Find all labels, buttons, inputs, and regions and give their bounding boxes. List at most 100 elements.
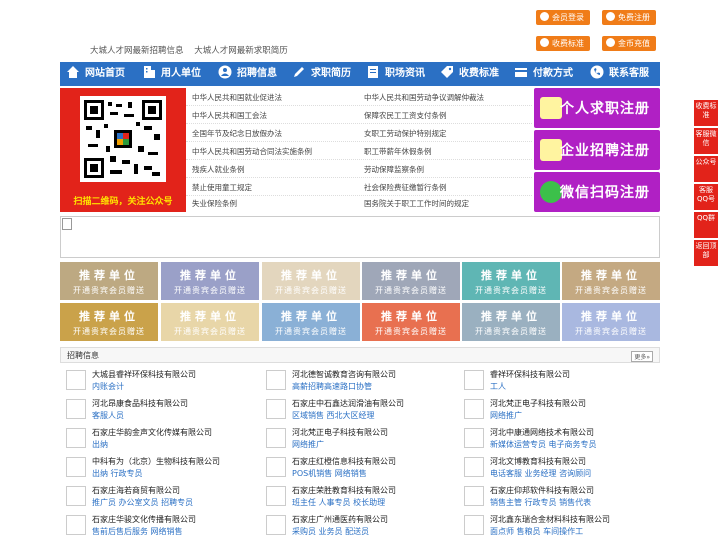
positions-link[interactable]: POS机销售 网络销售 <box>292 468 367 479</box>
job-item[interactable]: 睿祥环保科技有限公司 工人 <box>458 366 654 394</box>
positions-link[interactable]: 新媒体运营专员 电子商务专员 <box>490 439 597 450</box>
promo-tile[interactable]: 推荐单位 开通贵宾会员赠送 <box>60 262 158 300</box>
float-fee-button[interactable]: 收费标准 <box>694 100 718 126</box>
promo-tile[interactable]: 推荐单位 开通贵宾会员赠送 <box>161 303 259 341</box>
job-item[interactable]: 河北中康通网络技术有限公司 新媒体运营专员 电子商务专员 <box>458 424 654 452</box>
promo-tile[interactable]: 推荐单位 开通贵宾会员赠送 <box>462 262 560 300</box>
positions-link[interactable]: 售前后售后服务 网络销售 <box>92 526 183 537</box>
float-qq-group-button[interactable]: QQ群 <box>694 212 718 238</box>
job-item[interactable]: 石家庄华骏文化传播有限公司 售前后售后服务 网络销售 <box>60 511 256 539</box>
law-link[interactable]: 中华人民共和国就业促进法 <box>192 92 282 103</box>
company-name-link[interactable]: 石家庄海若商贸有限公司 <box>92 485 180 496</box>
company-name-link[interactable]: 河北德智诚教育咨询有限公司 <box>292 369 396 380</box>
company-name-link[interactable]: 河北昂康食品科技有限公司 <box>92 398 188 409</box>
slogan-resumes-link[interactable]: 大城人才网最新求职简历 <box>194 46 288 56</box>
company-name-link[interactable]: 河北梵正电子科技有限公司 <box>292 427 388 438</box>
more-link[interactable]: 更多» <box>631 351 653 362</box>
law-link[interactable]: 女职工劳动保护特别规定 <box>364 128 447 139</box>
nav-jobs[interactable]: 招聘信息 <box>218 62 277 86</box>
wechat-register-button[interactable]: 微信扫码注册 <box>534 172 660 212</box>
nav-payment[interactable]: 付款方式 <box>514 62 573 86</box>
company-name-link[interactable]: 睿祥环保科技有限公司 <box>490 369 570 380</box>
company-name-link[interactable]: 河北梵正电子科技有限公司 <box>490 398 586 409</box>
register-button[interactable]: 免费注册 <box>602 10 656 25</box>
job-item[interactable]: 石家庄荣胜教育科技有限公司 班主任 人事专员 校长助理 <box>260 482 456 510</box>
positions-link[interactable]: 工人 <box>490 381 506 392</box>
law-link[interactable]: 中华人民共和国劳动争议调解仲裁法 <box>364 92 484 103</box>
nav-contact[interactable]: 联系客服 <box>590 62 649 86</box>
company-name-link[interactable]: 河北文博教育科技有限公司 <box>490 456 586 467</box>
banner-image[interactable] <box>60 216 660 258</box>
company-name-link[interactable]: 石家庄中石鑫达润滑油有限公司 <box>292 398 404 409</box>
law-link[interactable]: 禁止使用童工规定 <box>192 182 252 193</box>
float-official-account-button[interactable]: 公众号 <box>694 156 718 182</box>
float-qq-button[interactable]: 客服QQ号 <box>694 184 718 210</box>
job-item[interactable]: 河北昂康食品科技有限公司 客服人员 <box>60 395 256 423</box>
law-link[interactable]: 中华人民共和国劳动合同法实施条例 <box>192 146 312 157</box>
positions-link[interactable]: 出纳 <box>92 439 108 450</box>
company-name-link[interactable]: 石家庄红橙信息科技有限公司 <box>292 456 396 467</box>
law-link[interactable]: 失业保险条例 <box>192 198 237 209</box>
law-link[interactable]: 全国年节及纪念日放假办法 <box>192 128 282 139</box>
positions-link[interactable]: 网络推广 <box>292 439 324 450</box>
positions-link[interactable]: 班主任 人事专员 校长助理 <box>292 497 385 508</box>
company-name-link[interactable]: 河北鑫东瑞合金材料科技有限公司 <box>490 514 610 525</box>
job-item[interactable]: 石家庄中石鑫达润滑油有限公司 区域销售 西北大区经理 <box>260 395 456 423</box>
positions-link[interactable]: 面点师 售粮员 车间操作工 <box>490 526 583 537</box>
positions-link[interactable]: 电话客服 业务经理 咨询顾问 <box>490 468 591 479</box>
positions-link[interactable]: 销售主管 行政专员 销售代表 <box>490 497 591 508</box>
company-name-link[interactable]: 石家庄仰邦软件科技有限公司 <box>490 485 594 496</box>
law-link[interactable]: 残疾人就业条例 <box>192 164 245 175</box>
promo-tile[interactable]: 推荐单位 开通贵宾会员赠送 <box>262 303 360 341</box>
job-item[interactable]: 河北梵正电子科技有限公司 网络推广 <box>458 395 654 423</box>
company-register-button[interactable]: 企业招聘注册 <box>534 130 660 170</box>
promo-tile[interactable]: 推荐单位 开通贵宾会员赠送 <box>362 262 460 300</box>
law-link[interactable]: 国务院关于职工工作时间的规定 <box>364 198 469 209</box>
positions-link[interactable]: 区域销售 西北大区经理 <box>292 410 375 421</box>
positions-link[interactable]: 推广员 办公室文员 招聘专员 <box>92 497 193 508</box>
nav-home[interactable]: 网站首页 <box>66 62 125 86</box>
job-item[interactable]: 石家庄红橙信息科技有限公司 POS机销售 网络销售 <box>260 453 456 481</box>
company-name-link[interactable]: 河北中康通网络技术有限公司 <box>490 427 594 438</box>
fee-standard-button[interactable]: 收费标准 <box>536 36 590 51</box>
nav-resumes[interactable]: 求职简历 <box>292 62 351 86</box>
job-item[interactable]: 河北德智诚教育咨询有限公司 高薪招聘高速路口协管 <box>260 366 456 394</box>
float-wechat-button[interactable]: 客服微信 <box>694 128 718 154</box>
job-item[interactable]: 石家庄仰邦软件科技有限公司 销售主管 行政专员 销售代表 <box>458 482 654 510</box>
positions-link[interactable]: 高薪招聘高速路口协管 <box>292 381 372 392</box>
job-item[interactable]: 大城县睿祥环保科技有限公司 内账会计 <box>60 366 256 394</box>
positions-link[interactable]: 出纳 行政专员 <box>92 468 143 479</box>
job-item[interactable]: 石家庄华韵金声文化传媒有限公司 出纳 <box>60 424 256 452</box>
company-name-link[interactable]: 中科有为（北京）生物科技有限公司 <box>92 456 220 467</box>
positions-link[interactable]: 采购员 业务员 配送员 <box>292 526 369 537</box>
positions-link[interactable]: 内账会计 <box>92 381 124 392</box>
company-name-link[interactable]: 石家庄华韵金声文化传媒有限公司 <box>92 427 212 438</box>
company-name-link[interactable]: 石家庄荣胜教育科技有限公司 <box>292 485 396 496</box>
company-name-link[interactable]: 石家庄华骏文化传播有限公司 <box>92 514 196 525</box>
job-item[interactable]: 河北文博教育科技有限公司 电话客服 业务经理 咨询顾问 <box>458 453 654 481</box>
promo-tile[interactable]: 推荐单位 开通贵宾会员赠送 <box>462 303 560 341</box>
login-button[interactable]: 会员登录 <box>536 10 590 25</box>
qr-code[interactable] <box>80 96 166 182</box>
back-to-top-button[interactable]: 返回顶部 <box>694 240 718 266</box>
law-link[interactable]: 中华人民共和国工会法 <box>192 110 267 121</box>
nav-employers[interactable]: 用人单位 <box>142 62 201 86</box>
nav-fees[interactable]: 收费标准 <box>440 62 499 86</box>
job-item[interactable]: 河北梵正电子科技有限公司 网络推广 <box>260 424 456 452</box>
promo-tile[interactable]: 推荐单位 开通贵宾会员赠送 <box>161 262 259 300</box>
job-item[interactable]: 河北鑫东瑞合金材料科技有限公司 面点师 售粮员 车间操作工 <box>458 511 654 539</box>
slogan-jobs-link[interactable]: 大城人才网最新招聘信息 <box>90 46 184 56</box>
promo-tile[interactable]: 推荐单位 开通贵宾会员赠送 <box>60 303 158 341</box>
nav-news[interactable]: 职场资讯 <box>366 62 425 86</box>
promo-tile[interactable]: 推荐单位 开通贵宾会员赠送 <box>262 262 360 300</box>
job-item[interactable]: 石家庄广州通医药有限公司 采购员 业务员 配送员 <box>260 511 456 539</box>
company-name-link[interactable]: 大城县睿祥环保科技有限公司 <box>92 369 196 380</box>
promo-tile[interactable]: 推荐单位 开通贵宾会员赠送 <box>562 303 660 341</box>
law-link[interactable]: 劳动保障监察条例 <box>364 164 424 175</box>
positions-link[interactable]: 客服人员 <box>92 410 124 421</box>
promo-tile[interactable]: 推荐单位 开通贵宾会员赠送 <box>562 262 660 300</box>
recharge-button[interactable]: 金币充值 <box>602 36 656 51</box>
positions-link[interactable]: 网络推广 <box>490 410 522 421</box>
person-register-button[interactable]: 个人求职注册 <box>534 88 660 128</box>
law-link[interactable]: 职工带薪年休假条例 <box>364 146 432 157</box>
